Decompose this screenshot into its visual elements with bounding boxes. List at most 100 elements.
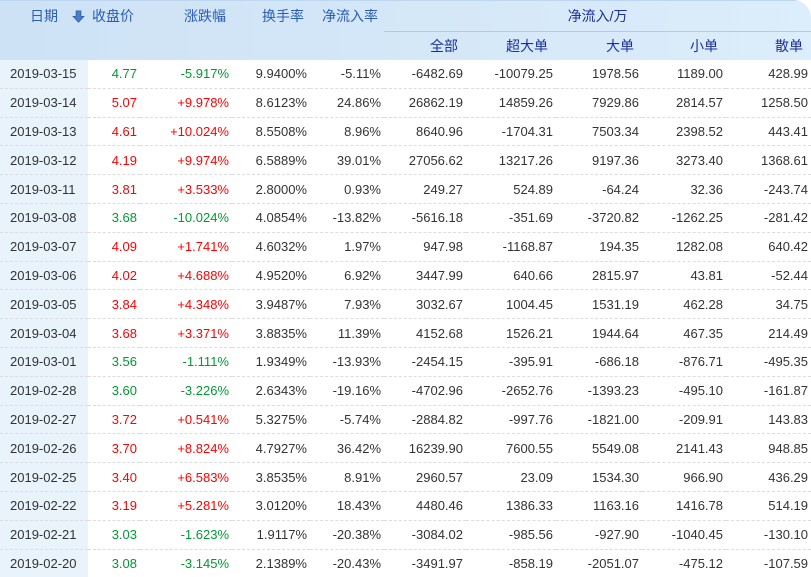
sort-descending-icon[interactable]: [72, 10, 85, 26]
inflow-retail-cell: -495.35: [726, 347, 811, 376]
inflow-all-cell: -4702.96: [384, 376, 466, 405]
inflow-all-cell: -2884.82: [384, 405, 466, 434]
date-cell: 2019-02-20: [0, 549, 88, 577]
inflow-retail-cell: -281.42: [726, 203, 811, 232]
inflow-retail-cell: -161.87: [726, 376, 811, 405]
change-percent-cell: -3.226%: [140, 376, 232, 405]
inflow-large-cell: -686.18: [556, 347, 642, 376]
turnover-rate-cell: 5.3275%: [232, 405, 310, 434]
inflow-large-cell: -64.24: [556, 175, 642, 204]
change-percent-cell: +3.533%: [140, 175, 232, 204]
inflow-rate-cell: -5.74%: [310, 405, 384, 434]
change-percent-cell: -1.623%: [140, 520, 232, 549]
inflow-rate-cell: 39.01%: [310, 146, 384, 175]
inflow-large-cell: 194.35: [556, 232, 642, 261]
inflow-large-cell: 2815.97: [556, 261, 642, 290]
inflow-rate-cell: 8.96%: [310, 117, 384, 146]
date-cell: 2019-03-13: [0, 117, 88, 146]
inflow-rate-cell: 8.91%: [310, 463, 384, 492]
table-row: 2019-03-06 4.02 +4.688% 4.9520% 6.92% 34…: [0, 261, 811, 290]
inflow-all-cell: -5616.18: [384, 203, 466, 232]
change-percent-cell: +4.688%: [140, 261, 232, 290]
inflow-large-cell: 1944.64: [556, 319, 642, 348]
column-header-retail[interactable]: 散单: [726, 32, 811, 61]
turnover-rate-cell: 3.8535%: [232, 463, 310, 492]
inflow-retail-cell: 443.41: [726, 117, 811, 146]
inflow-retail-cell: 1258.50: [726, 88, 811, 117]
close-price-cell: 3.72: [88, 405, 140, 434]
column-header-close[interactable]: 收盘价: [88, 1, 140, 32]
table-row: 2019-03-05 3.84 +4.348% 3.9487% 7.93% 30…: [0, 290, 811, 319]
inflow-large-cell: 1534.30: [556, 463, 642, 492]
inflow-all-cell: -3491.97: [384, 549, 466, 577]
header-spacer: [232, 32, 310, 61]
inflow-large-cell: -927.90: [556, 520, 642, 549]
header-spacer: [140, 32, 232, 61]
close-price-cell: 3.08: [88, 549, 140, 577]
date-cell: 2019-02-26: [0, 434, 88, 463]
header-spacer: [310, 32, 384, 61]
date-cell: 2019-03-12: [0, 146, 88, 175]
inflow-retail-cell: 143.83: [726, 405, 811, 434]
inflow-retail-cell: -243.74: [726, 175, 811, 204]
inflow-large-cell: 7503.34: [556, 117, 642, 146]
table-row: 2019-02-27 3.72 +0.541% 5.3275% -5.74% -…: [0, 405, 811, 434]
header-spacer: [0, 32, 88, 61]
inflow-retail-cell: -130.10: [726, 520, 811, 549]
close-price-cell: 3.68: [88, 203, 140, 232]
inflow-rate-cell: 11.39%: [310, 319, 384, 348]
column-header-turnover[interactable]: 换手率: [232, 1, 310, 32]
inflow-all-cell: 947.98: [384, 232, 466, 261]
table-row: 2019-03-04 3.68 +3.371% 3.8835% 11.39% 4…: [0, 319, 811, 348]
turnover-rate-cell: 3.0120%: [232, 491, 310, 520]
table-row: 2019-02-21 3.03 -1.623% 1.9117% -20.38% …: [0, 520, 811, 549]
turnover-rate-cell: 4.0854%: [232, 203, 310, 232]
close-price-cell: 4.61: [88, 117, 140, 146]
column-header-date[interactable]: 日期: [0, 1, 88, 32]
turnover-rate-cell: 2.6343%: [232, 376, 310, 405]
inflow-retail-cell: -52.44: [726, 261, 811, 290]
column-header-super-large[interactable]: 超大单: [466, 32, 556, 61]
inflow-large-cell: 1978.56: [556, 60, 642, 88]
turnover-rate-cell: 4.7927%: [232, 434, 310, 463]
inflow-small-cell: 3273.40: [642, 146, 726, 175]
inflow-small-cell: 32.36: [642, 175, 726, 204]
inflow-small-cell: 2814.57: [642, 88, 726, 117]
change-percent-cell: +3.371%: [140, 319, 232, 348]
inflow-super-large-cell: 1526.21: [466, 319, 556, 348]
inflow-super-large-cell: 7600.55: [466, 434, 556, 463]
inflow-rate-cell: 7.93%: [310, 290, 384, 319]
column-header-small[interactable]: 小单: [642, 32, 726, 61]
table-header: 日期 收盘价 涨跌幅 换手率 净流入率 净流入/万 全部 超大单 大单 小单 散…: [0, 1, 811, 61]
close-price-cell: 3.60: [88, 376, 140, 405]
inflow-large-cell: -1393.23: [556, 376, 642, 405]
close-price-cell: 3.68: [88, 319, 140, 348]
table-row: 2019-02-25 3.40 +6.583% 3.8535% 8.91% 29…: [0, 463, 811, 492]
change-percent-cell: -3.145%: [140, 549, 232, 577]
column-header-inflow-group: 净流入/万: [384, 1, 811, 32]
close-price-cell: 3.03: [88, 520, 140, 549]
column-header-change[interactable]: 涨跌幅: [140, 1, 232, 32]
change-percent-cell: -5.917%: [140, 60, 232, 88]
inflow-small-cell: -209.91: [642, 405, 726, 434]
column-header-inflow-rate[interactable]: 净流入率: [310, 1, 384, 32]
fund-flow-table: 日期 收盘价 涨跌幅 换手率 净流入率 净流入/万 全部 超大单 大单 小单 散…: [0, 0, 811, 577]
inflow-rate-cell: -13.82%: [310, 203, 384, 232]
table-row: 2019-03-11 3.81 +3.533% 2.8000% 0.93% 24…: [0, 175, 811, 204]
change-percent-cell: +6.583%: [140, 463, 232, 492]
change-percent-cell: +9.978%: [140, 88, 232, 117]
turnover-rate-cell: 2.8000%: [232, 175, 310, 204]
inflow-all-cell: 26862.19: [384, 88, 466, 117]
inflow-rate-cell: -13.93%: [310, 347, 384, 376]
inflow-large-cell: 5549.08: [556, 434, 642, 463]
inflow-large-cell: -2051.07: [556, 549, 642, 577]
column-header-all[interactable]: 全部: [384, 32, 466, 61]
inflow-retail-cell: -107.59: [726, 549, 811, 577]
inflow-rate-cell: -19.16%: [310, 376, 384, 405]
column-header-large[interactable]: 大单: [556, 32, 642, 61]
date-cell: 2019-02-28: [0, 376, 88, 405]
inflow-super-large-cell: 1386.33: [466, 491, 556, 520]
date-cell: 2019-03-04: [0, 319, 88, 348]
change-percent-cell: +9.974%: [140, 146, 232, 175]
close-price-cell: 4.77: [88, 60, 140, 88]
